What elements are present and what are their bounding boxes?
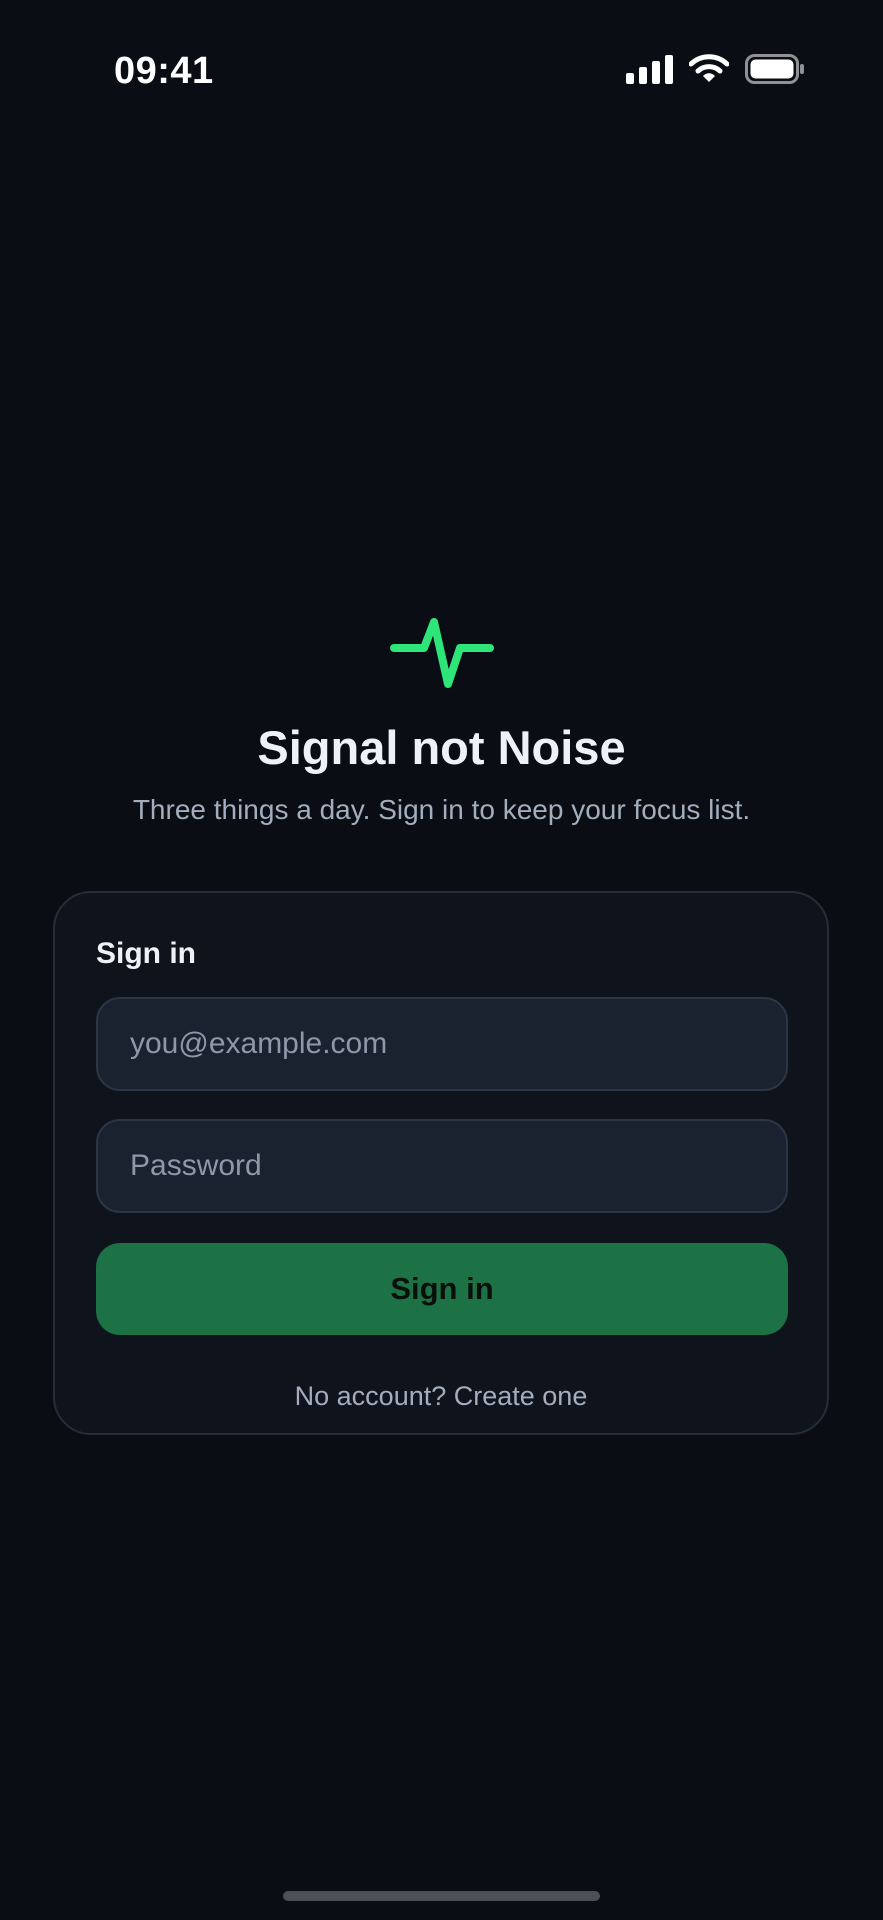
- wifi-icon: [689, 54, 729, 84]
- cellular-signal-icon: [626, 54, 673, 84]
- battery-icon: [745, 54, 805, 84]
- sign-in-button[interactable]: Sign in: [96, 1243, 788, 1335]
- pulse-icon: [390, 618, 494, 690]
- card-title: Sign in: [96, 937, 196, 970]
- app-tagline: Three things a day. Sign in to keep your…: [132, 794, 751, 825]
- password-field[interactable]: [96, 1119, 788, 1213]
- home-indicator[interactable]: [283, 1891, 600, 1901]
- app-title: Signal not Noise: [257, 721, 626, 774]
- status-time: 09:41: [114, 50, 214, 92]
- email-field[interactable]: [96, 997, 788, 1091]
- status-bar: 09:41: [0, 0, 883, 140]
- status-icons: [626, 54, 805, 84]
- create-account-link[interactable]: No account? Create one: [55, 1381, 827, 1412]
- sign-in-card: Sign in Sign in No account? Create one: [53, 891, 829, 1435]
